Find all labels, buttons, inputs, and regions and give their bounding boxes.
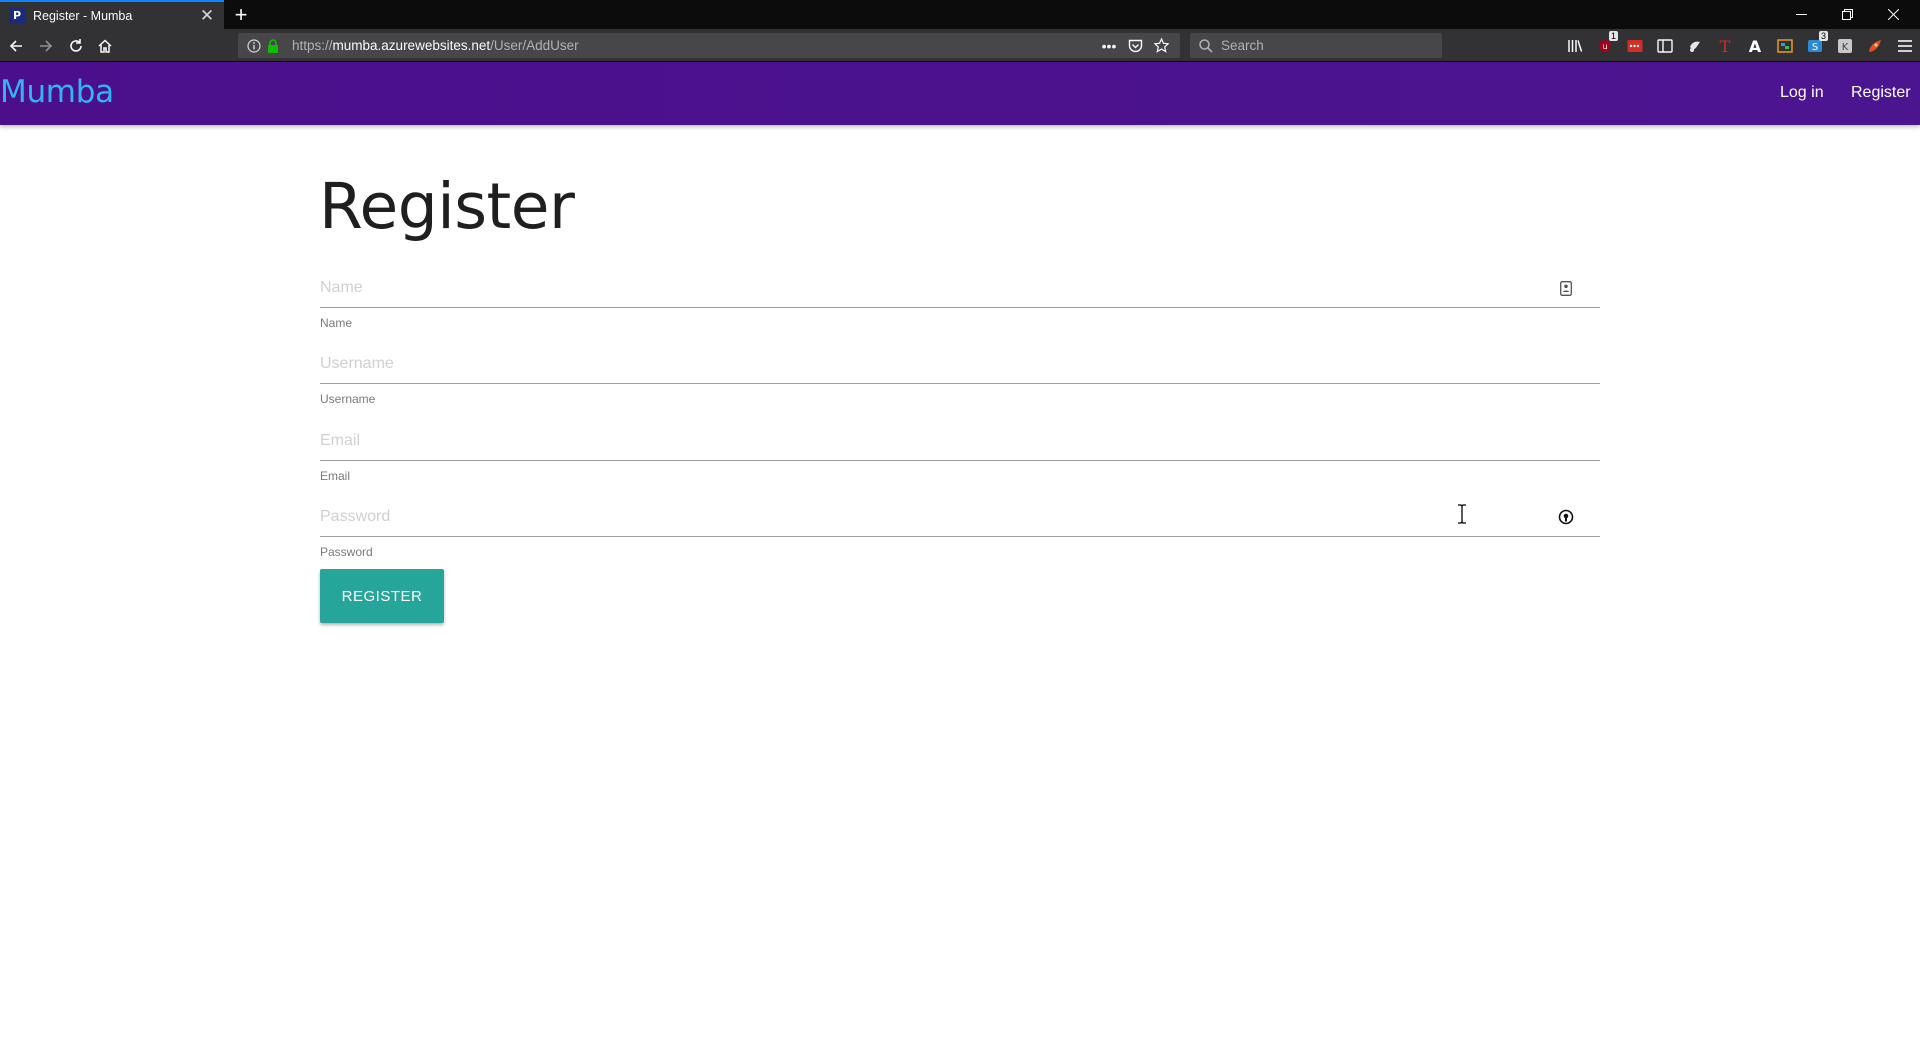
password-label: Password [320,545,373,559]
reload-icon[interactable] [62,32,90,60]
email-input[interactable] [320,421,1600,461]
extension-s-badge: 3 [1818,31,1828,41]
browser-tab-active[interactable]: P Register - Mumba ✕ [0,0,224,29]
brand-logo-link[interactable]: Mumba [0,74,114,110]
username-field-group: Username [320,344,1600,406]
lastpass-icon[interactable] [1620,33,1650,58]
site-favicon-icon: P [9,7,25,24]
page-title: Register [319,170,575,243]
close-window-button[interactable] [1870,0,1916,29]
back-arrow-icon[interactable] [2,32,30,60]
bookmark-star-icon[interactable] [1152,37,1170,55]
tab-title: Register - Mumba [33,8,133,23]
name-label: Name [320,316,353,330]
minimize-window-button[interactable] [1778,0,1824,29]
browser-navigation-bar: https://mumba.azurewebsites.net/User/Add… [0,29,1920,62]
password-input[interactable] [320,497,1600,537]
autofill-contact-icon[interactable] [1558,279,1574,297]
color-picker-icon[interactable] [1770,33,1800,58]
extension-s-icon[interactable]: S 3 [1800,31,1830,58]
username-label: Username [320,392,376,406]
site-header: Mumba Log in Register [0,62,1920,125]
browser-toolbar-icons: u 1 T A S 3 K [1560,31,1920,58]
username-input[interactable] [320,344,1600,384]
extension-rocket-icon[interactable] [1860,33,1890,58]
register-link[interactable]: Register [1851,84,1911,102]
site-info-icon[interactable] [246,38,262,54]
svg-text:T: T [1720,38,1731,54]
browser-tab-bar: P Register - Mumba ✕ + [0,0,1920,29]
close-tab-icon[interactable]: ✕ [196,5,218,27]
password-field-group: Password [320,497,1600,559]
svg-text:K: K [1842,42,1849,53]
ublock-icon[interactable]: u 1 [1590,31,1620,58]
extension-a-icon[interactable]: A [1740,33,1770,58]
browser-search-bar[interactable]: Search [1190,33,1442,58]
svg-text:A: A [1749,38,1762,54]
login-link[interactable]: Log in [1780,84,1824,102]
hamburger-menu-icon[interactable] [1890,33,1920,58]
url-host: mumba.azurewebsites.net [332,38,491,53]
sidebar-toggle-icon[interactable] [1650,33,1680,58]
extension-k-icon[interactable]: K [1830,33,1860,58]
extension-t-icon[interactable]: T [1710,33,1740,58]
url-scheme: https:// [292,38,333,53]
name-input[interactable] [320,268,1600,308]
svg-text:u: u [1602,42,1607,51]
register-submit-button[interactable]: REGISTER [320,569,444,623]
url-path: /User/AddUser [490,38,579,53]
address-bar[interactable]: https://mumba.azurewebsites.net/User/Add… [238,33,1180,58]
home-icon[interactable] [91,32,119,60]
ublock-badge: 1 [1608,31,1618,41]
restore-window-button[interactable] [1824,0,1870,29]
search-icon [1198,38,1214,54]
secure-lock-icon[interactable] [266,38,280,54]
email-field-group: Email [320,421,1600,483]
page-actions-icon[interactable]: ••• [1100,37,1118,55]
search-placeholder: Search [1221,38,1264,53]
library-icon[interactable] [1560,33,1590,58]
pocket-icon[interactable] [1126,37,1144,55]
forward-arrow-icon[interactable] [32,32,60,60]
name-field-group: Name [320,268,1600,330]
url-text: https://mumba.azurewebsites.net/User/Add… [292,38,1100,53]
email-label: Email [320,469,351,483]
svg-text:S: S [1812,42,1818,53]
text-cursor-icon [1458,504,1466,524]
password-manager-icon[interactable] [1558,508,1574,526]
extension-puzzle-icon[interactable] [1680,33,1710,58]
new-tab-button[interactable]: + [228,2,254,28]
